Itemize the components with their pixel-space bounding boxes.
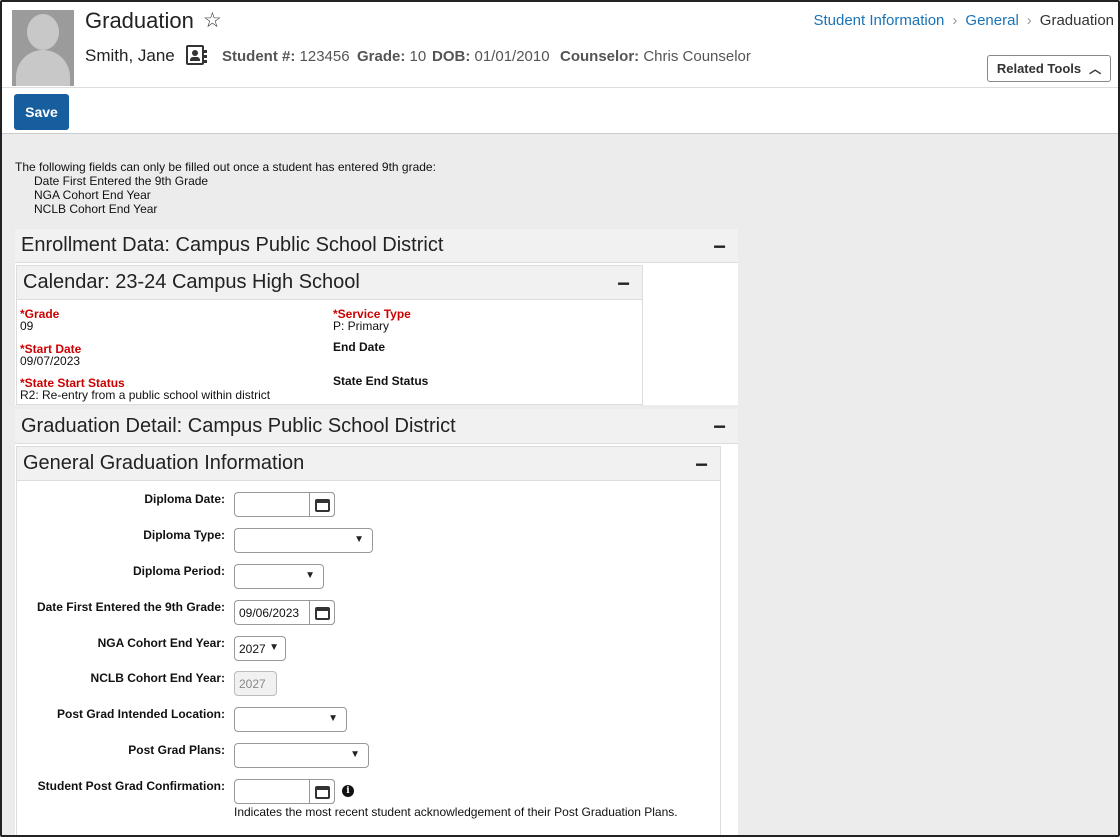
diploma-date-label: Diploma Date: xyxy=(144,492,225,506)
post-grad-plans-select[interactable]: ▼ xyxy=(234,743,369,768)
diploma-type-label: Diploma Type: xyxy=(143,528,225,542)
start-date-value: 09/07/2023 xyxy=(20,354,81,368)
collapse-icon[interactable]: − xyxy=(713,234,726,260)
collapse-icon[interactable]: − xyxy=(617,271,630,297)
calendar-icon[interactable] xyxy=(309,600,335,625)
page-title: Graduation xyxy=(85,8,194,33)
post-grad-confirmation-label: Student Post Grad Confirmation: xyxy=(37,779,225,793)
contact-card-icon[interactable] xyxy=(186,45,207,65)
chevron-right-icon: › xyxy=(1026,12,1032,29)
service-type-value: P: Primary xyxy=(333,319,390,333)
ninth-grade-notice: The following fields can only be filled … xyxy=(15,160,436,216)
student-counselor: Counselor: Chris Counselor xyxy=(560,48,751,65)
dropdown-caret-icon: ▼ xyxy=(354,534,364,545)
dropdown-caret-icon: ▼ xyxy=(269,642,279,653)
info-icon[interactable]: i xyxy=(342,785,354,797)
dropdown-caret-icon: ▼ xyxy=(305,570,315,581)
student-grade: Grade: 10 xyxy=(357,48,427,65)
post-grad-confirmation-input[interactable] xyxy=(234,779,335,804)
nga-cohort-select[interactable]: 2027 ▼ xyxy=(234,636,286,661)
general-graduation-header[interactable]: General Graduation Information − xyxy=(17,447,720,481)
dropdown-caret-icon: ▼ xyxy=(350,749,360,760)
state-start-status-value: R2: Re-entry from a public school within… xyxy=(20,388,271,402)
chevron-up-icon: ︿ xyxy=(1089,62,1102,76)
first-9th-grade-label: Date First Entered the 9th Grade: xyxy=(36,600,225,614)
calendar-panel-header[interactable]: Calendar: 23-24 Campus High School − xyxy=(17,266,642,300)
calendar-icon[interactable] xyxy=(309,779,335,804)
grade-value: 09 xyxy=(20,319,34,333)
intended-location-select[interactable]: ▼ xyxy=(234,707,347,732)
student-dob: DOB: 01/01/2010 xyxy=(432,48,550,65)
chevron-right-icon: › xyxy=(952,12,958,29)
related-tools-button[interactable]: Related Tools ︿ xyxy=(987,55,1111,82)
first-9th-grade-input[interactable]: 09/06/2023 xyxy=(234,600,335,625)
save-button[interactable]: Save xyxy=(14,94,69,130)
enrollment-panel-header[interactable]: Enrollment Data: Campus Public School Di… xyxy=(15,229,738,263)
collapse-icon[interactable]: − xyxy=(713,414,726,440)
diploma-date-input[interactable] xyxy=(234,492,335,517)
breadcrumb-graduation: Graduation xyxy=(1039,12,1114,29)
diploma-type-select[interactable]: ▼ xyxy=(234,528,373,553)
breadcrumb-general[interactable]: General xyxy=(965,12,1018,29)
star-icon[interactable]: ☆ xyxy=(203,8,222,33)
nclb-cohort-label: NCLB Cohort End Year: xyxy=(90,671,225,685)
dropdown-caret-icon: ▼ xyxy=(328,713,338,724)
nclb-cohort-input: 2027 xyxy=(234,671,277,696)
action-toolbar: Save xyxy=(2,88,1118,134)
student-avatar xyxy=(12,10,74,86)
post-grad-plans-label: Post Grad Plans: xyxy=(128,743,225,757)
calendar-icon[interactable] xyxy=(309,492,335,517)
nga-cohort-label: NGA Cohort End Year: xyxy=(97,636,225,650)
page-header: Graduation ☆ Smith, Jane Student #: 1234… xyxy=(2,2,1118,88)
collapse-icon[interactable]: − xyxy=(695,452,708,478)
state-end-status-label: State End Status xyxy=(333,374,429,388)
student-number: Student #: 123456 xyxy=(222,48,350,65)
student-name: Smith, Jane xyxy=(85,46,175,65)
diploma-period-select[interactable]: ▼ xyxy=(234,564,324,589)
intended-location-label: Post Grad Intended Location: xyxy=(56,707,225,721)
app-window: Graduation ☆ Smith, Jane Student #: 1234… xyxy=(0,0,1120,837)
breadcrumb-student-information[interactable]: Student Information xyxy=(813,12,944,29)
confirmation-help-text: Indicates the most recent student acknow… xyxy=(234,805,678,819)
diploma-period-label: Diploma Period: xyxy=(132,564,225,578)
graduation-panel-header[interactable]: Graduation Detail: Campus Public School … xyxy=(15,409,738,444)
breadcrumb: Student Information › General › Graduation xyxy=(813,12,1114,29)
end-date-label: End Date xyxy=(333,340,386,354)
